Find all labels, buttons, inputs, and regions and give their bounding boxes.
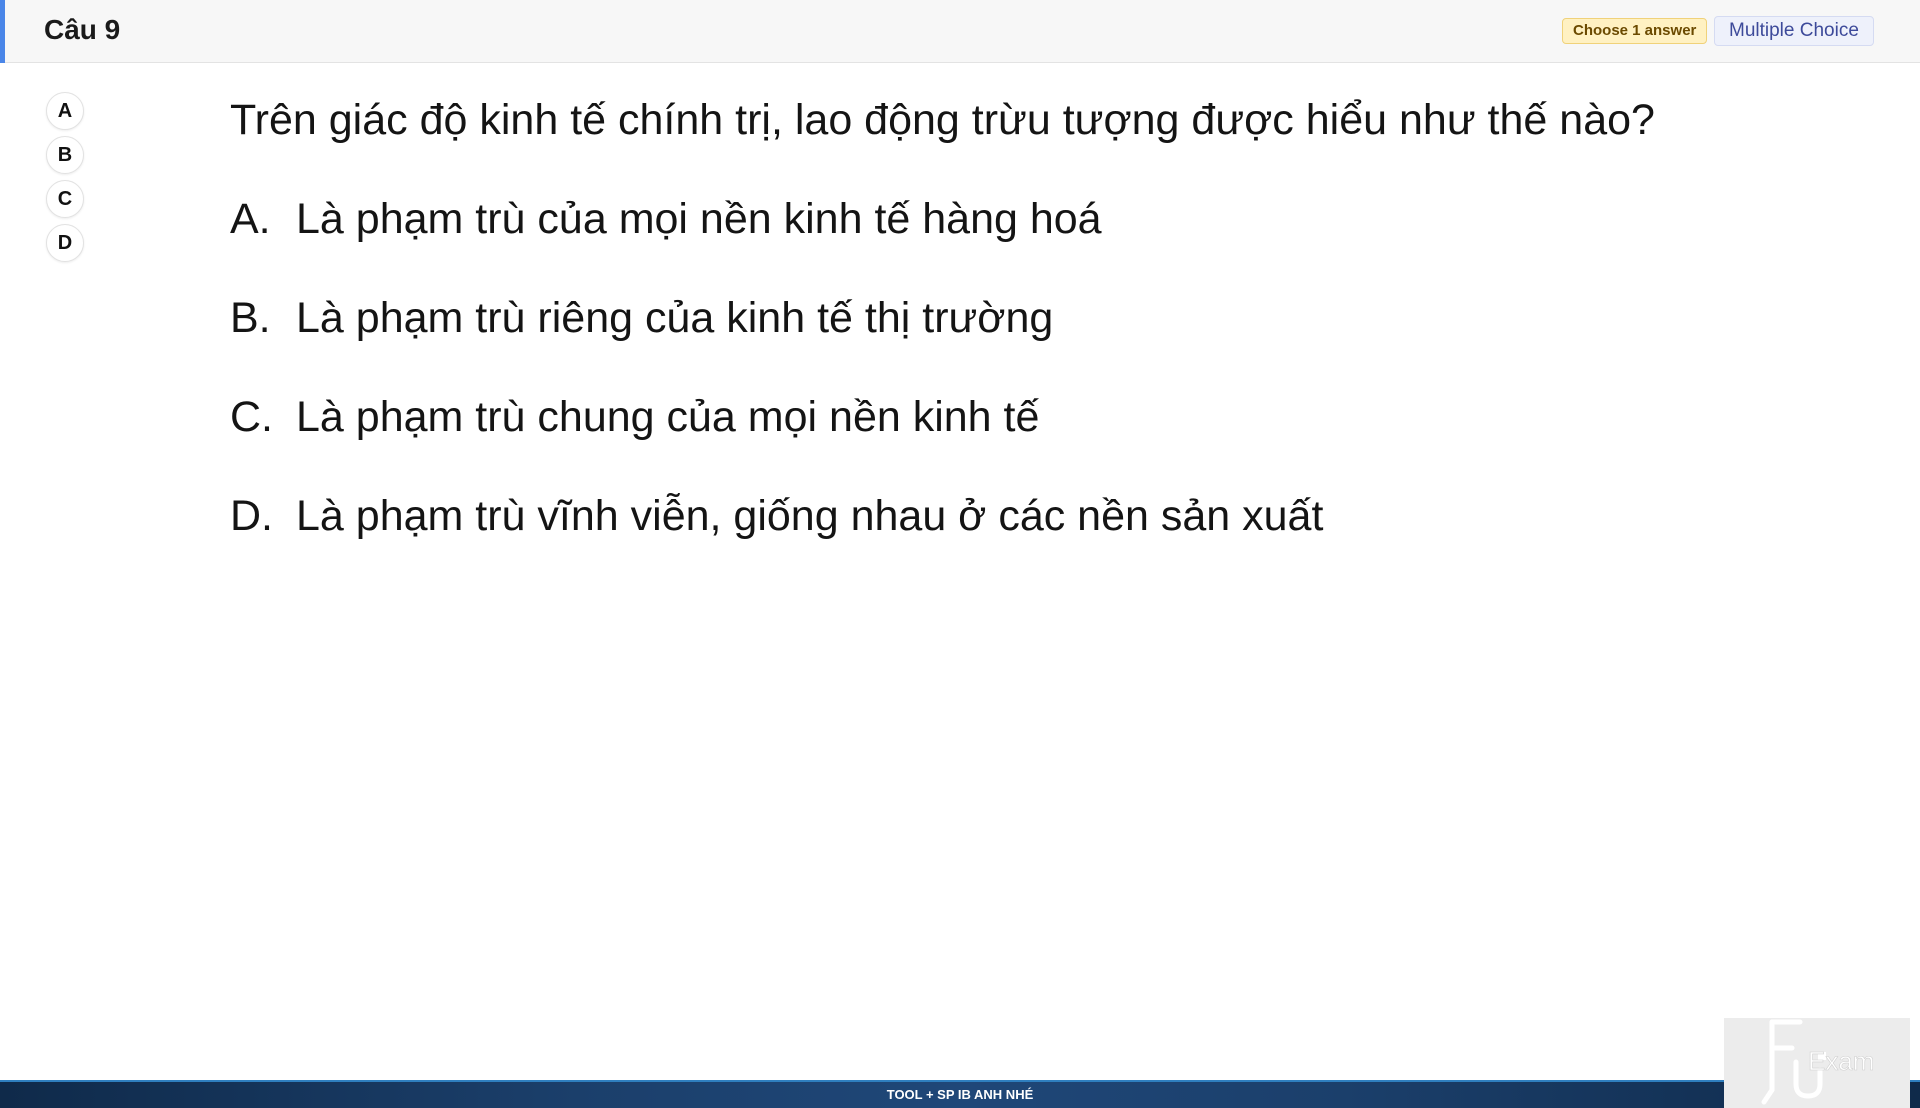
answer-button-d[interactable]: D	[46, 224, 84, 262]
question-header: Câu 9 Choose 1 answer Multiple Choice	[0, 0, 1920, 63]
answer-button-b[interactable]: B	[46, 136, 84, 174]
answer-selector: A B C D	[46, 92, 86, 268]
header-accent-bar	[0, 0, 5, 63]
option-c-letter: C.	[230, 393, 273, 441]
option-c: C. Là phạm trù chung của mọi nền kinh tế	[230, 393, 1039, 442]
option-a: A. Là phạm trù của mọi nền kinh tế hàng h…	[230, 195, 1102, 244]
option-b-text: Là phạm trù riêng của kinh tế thị trường	[296, 294, 1054, 342]
question-number: Câu 9	[44, 14, 121, 45]
choose-answer-badge: Choose 1 answer	[1562, 18, 1708, 44]
question-type-badge: Multiple Choice	[1714, 16, 1874, 46]
option-a-letter: A.	[230, 195, 271, 243]
option-c-text: Là phạm trù chung của mọi nền kinh tế	[296, 393, 1040, 441]
answer-button-c[interactable]: C	[46, 180, 84, 218]
exam-page: Câu 9 Choose 1 answer Multiple Choice A …	[0, 0, 1920, 1108]
fu-exam-logo: Exam	[1724, 1018, 1910, 1108]
logo-text: Exam	[1808, 1046, 1874, 1076]
footer-bar: TOOL + SP IB ANH NHÉ	[0, 1080, 1920, 1108]
option-d-text: Là phạm trù vĩnh viễn, giống nhau ở các …	[296, 492, 1324, 540]
footer-text: TOOL + SP IB ANH NHÉ	[886, 1087, 1034, 1102]
option-d-letter: D.	[230, 492, 273, 540]
option-d: D. Là phạm trù vĩnh viễn, giống nhau ở cá…	[230, 492, 1323, 541]
logo-icon: Exam	[1761, 1019, 1875, 1105]
question-text: Trên giác độ kinh tế chính trị, lao động…	[230, 96, 1655, 144]
option-b-letter: B.	[230, 294, 271, 342]
answer-button-a[interactable]: A	[46, 92, 84, 130]
option-a-text: Là phạm trù của mọi nền kinh tế hàng hoá	[296, 195, 1102, 243]
option-b: B. Là phạm trù riêng của kinh tế thị trườ…	[230, 294, 1053, 343]
